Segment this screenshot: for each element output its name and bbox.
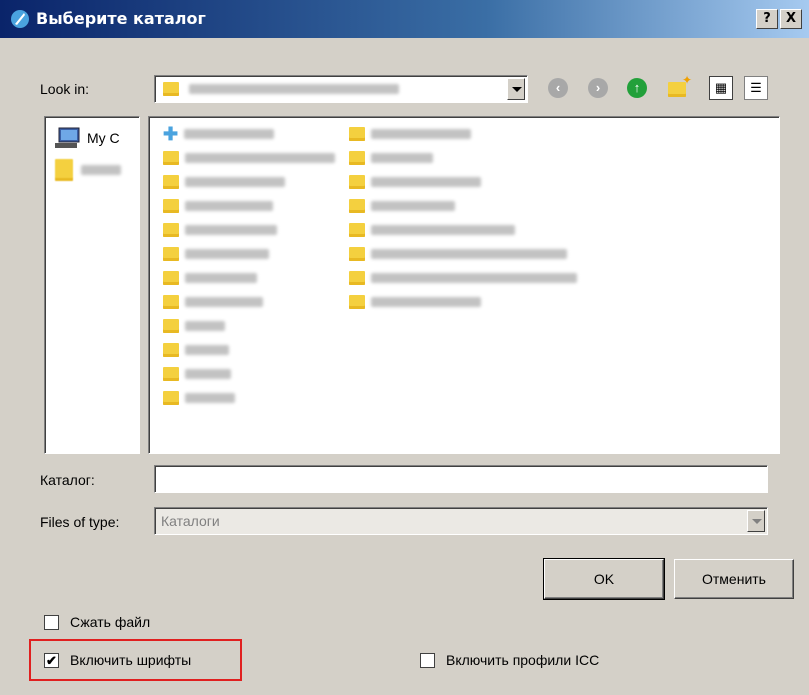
computer-icon	[55, 127, 80, 148]
folder-icon	[163, 82, 179, 96]
folder-icon	[163, 271, 179, 285]
folder-icon	[163, 367, 179, 381]
list-item[interactable]	[349, 127, 471, 141]
list-view-icon[interactable]: ▦	[709, 76, 733, 100]
folder-icon	[163, 151, 179, 165]
files-of-type-combo[interactable]: Каталоги	[154, 507, 768, 535]
folder-icon	[163, 199, 179, 213]
folder-icon	[163, 319, 179, 333]
list-item[interactable]	[349, 247, 567, 261]
places-panel: My C	[44, 116, 140, 454]
look-in-path-redacted	[189, 84, 399, 94]
help-button[interactable]: ?	[756, 9, 778, 29]
place-label-redacted	[81, 165, 121, 175]
list-item[interactable]	[163, 319, 225, 333]
list-item[interactable]	[163, 223, 277, 237]
folder-icon	[349, 247, 365, 261]
forward-arrow-icon[interactable]: ›	[588, 78, 608, 98]
window-title: Выберите каталог	[36, 9, 206, 28]
list-item[interactable]	[349, 175, 481, 189]
list-item[interactable]	[163, 295, 263, 309]
user-folder-icon	[55, 159, 73, 181]
list-item[interactable]	[163, 391, 235, 405]
up-arrow-icon[interactable]: ↑	[627, 78, 647, 98]
folder-icon	[349, 151, 365, 165]
list-item[interactable]: ✚	[163, 124, 275, 144]
folder-icon	[163, 343, 179, 357]
detail-view-icon[interactable]: ☰	[744, 76, 768, 100]
look-in-label: Look in:	[40, 81, 90, 97]
look-in-dropdown-arrow[interactable]	[507, 78, 525, 100]
place-label: My C	[87, 130, 120, 146]
folder-icon	[163, 295, 179, 309]
file-list[interactable]: ✚	[148, 116, 780, 454]
folder-icon	[349, 295, 365, 309]
list-item[interactable]	[163, 247, 269, 261]
place-user-folder[interactable]	[55, 159, 121, 181]
folder-icon	[349, 175, 365, 189]
catalog-label: Каталог:	[40, 472, 95, 488]
folder-icon	[163, 391, 179, 405]
catalog-input[interactable]	[154, 465, 768, 493]
ok-button[interactable]: OK	[543, 558, 665, 600]
folder-icon	[163, 223, 179, 237]
list-item[interactable]	[163, 175, 285, 189]
new-folder-icon[interactable]: ✦	[668, 73, 692, 97]
folder-icon	[349, 223, 365, 237]
files-of-type-label: Files of type:	[40, 514, 120, 530]
icc-profiles-label: Включить профили ICC	[446, 652, 600, 668]
files-of-type-dropdown-arrow[interactable]	[747, 510, 765, 532]
cancel-button[interactable]: Отменить	[674, 559, 794, 599]
list-item[interactable]	[163, 367, 231, 381]
title-bar: Выберите каталог ? X	[0, 0, 809, 38]
look-in-combo[interactable]	[154, 75, 528, 103]
app-logo-icon	[11, 10, 29, 28]
plus-icon: ✚	[163, 124, 179, 144]
list-item[interactable]	[349, 199, 455, 213]
embed-fonts-label: Включить шрифты	[70, 652, 192, 668]
folder-icon	[349, 199, 365, 213]
list-item[interactable]	[163, 343, 229, 357]
list-item[interactable]	[349, 271, 577, 285]
list-item[interactable]	[349, 223, 515, 237]
folder-icon	[349, 271, 365, 285]
close-button[interactable]: X	[780, 9, 802, 29]
folder-icon	[163, 247, 179, 261]
folder-icon	[163, 175, 179, 189]
back-arrow-icon[interactable]: ‹	[548, 78, 568, 98]
folder-icon	[349, 127, 365, 141]
list-item[interactable]	[349, 295, 481, 309]
list-item[interactable]	[163, 151, 335, 165]
list-item[interactable]	[163, 271, 257, 285]
icc-profiles-checkbox[interactable]	[420, 653, 435, 668]
files-of-type-value: Каталоги	[161, 513, 220, 529]
place-my-computer[interactable]: My C	[55, 127, 120, 149]
compress-checkbox[interactable]	[44, 615, 59, 630]
list-item[interactable]	[349, 151, 433, 165]
embed-fonts-checkbox[interactable]: ✔	[44, 653, 59, 668]
compress-label: Сжать файл	[70, 614, 151, 630]
list-item[interactable]	[163, 199, 273, 213]
